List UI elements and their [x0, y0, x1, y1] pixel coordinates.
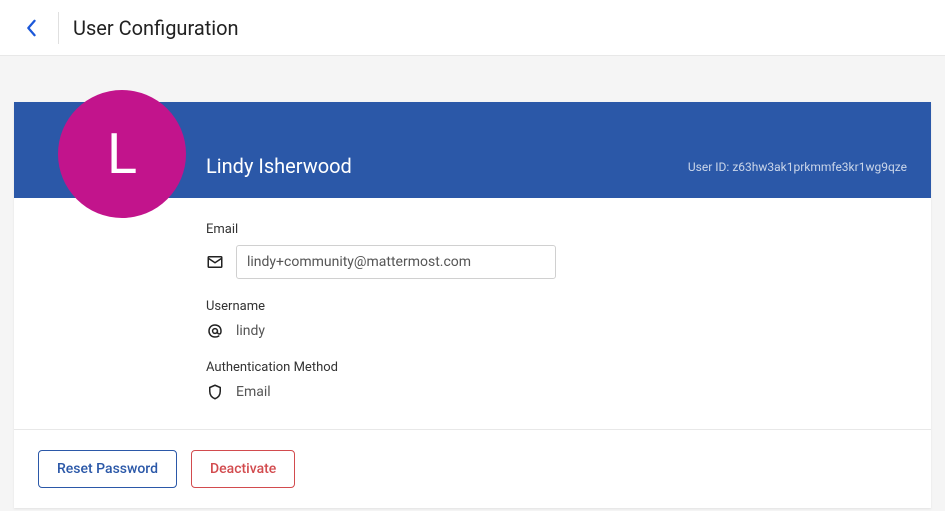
email-label: Email — [206, 222, 907, 237]
user-id-display: User ID: z63hw3ak1prkmmfe3kr1wg9qze — [688, 160, 907, 178]
top-bar: User Configuration — [0, 0, 945, 56]
username-row: lindy — [206, 322, 907, 340]
auth-method-field-group: Authentication Method Email — [206, 360, 907, 401]
email-icon — [206, 253, 224, 271]
username-value: lindy — [236, 323, 265, 339]
shield-icon — [206, 383, 224, 401]
content: L Lindy Isherwood User ID: z63hw3ak1prkm… — [0, 102, 945, 508]
back-button[interactable] — [14, 11, 48, 45]
email-field-group: Email — [206, 222, 907, 279]
page-title: User Configuration — [73, 16, 239, 40]
user-fields: Email Username lindy Authen — [14, 198, 931, 429]
auth-method-label: Authentication Method — [206, 360, 907, 375]
user-display-name: Lindy Isherwood — [206, 154, 352, 178]
email-row — [206, 245, 907, 279]
at-icon — [206, 322, 224, 340]
auth-method-row: Email — [206, 383, 907, 401]
user-card: L Lindy Isherwood User ID: z63hw3ak1prkm… — [14, 102, 931, 508]
user-id-value: z63hw3ak1prkmmfe3kr1wg9qze — [732, 160, 907, 174]
chevron-left-icon — [22, 19, 40, 37]
username-field-group: Username lindy — [206, 299, 907, 340]
deactivate-button[interactable]: Deactivate — [191, 450, 295, 488]
top-divider — [58, 12, 59, 44]
auth-method-value: Email — [236, 384, 271, 400]
avatar: L — [58, 90, 186, 218]
avatar-initial: L — [107, 126, 137, 182]
user-id-label: User ID: — [688, 160, 729, 174]
action-footer: Reset Password Deactivate — [14, 429, 931, 508]
email-input[interactable] — [236, 245, 556, 279]
reset-password-button[interactable]: Reset Password — [38, 450, 177, 488]
username-label: Username — [206, 299, 907, 314]
